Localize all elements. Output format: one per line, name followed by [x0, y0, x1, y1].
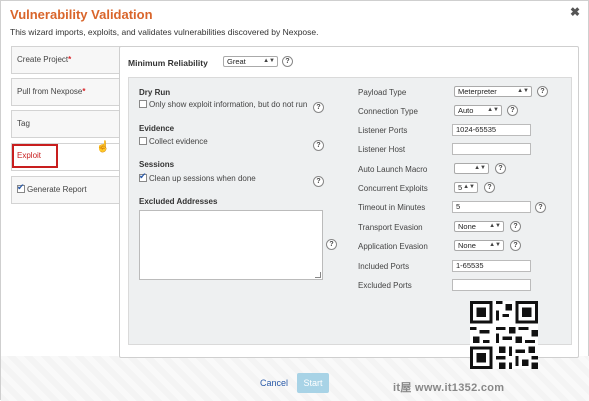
- dialog-subtitle: This wizard imports, exploits, and valid…: [10, 27, 319, 37]
- reliability-label: Minimum Reliability: [128, 58, 208, 68]
- help-icon[interactable]: ?: [313, 140, 324, 151]
- connection-type-label: Connection Type: [358, 107, 418, 116]
- close-icon[interactable]: ✖: [570, 5, 580, 19]
- transport-evasion-label: Transport Evasion: [358, 223, 423, 232]
- step-label: Tag: [17, 119, 30, 128]
- excluded-addresses-textarea[interactable]: [139, 210, 323, 280]
- help-icon[interactable]: ?: [313, 102, 324, 113]
- select-arrow-icon: ▲▼: [263, 58, 275, 64]
- excluded-addresses-title: Excluded Addresses: [139, 197, 218, 206]
- dry-run-label: Only show exploit information, but do no…: [149, 100, 308, 109]
- dialog-title: Vulnerability Validation: [10, 7, 153, 22]
- application-evasion-label: Application Evasion: [358, 242, 428, 251]
- listener-ports-input[interactable]: 1024-65535: [452, 124, 531, 136]
- evidence-title: Evidence: [139, 124, 175, 133]
- listener-host-input[interactable]: [452, 143, 531, 155]
- timeout-input[interactable]: 5: [452, 201, 531, 213]
- qr-code-image: [470, 301, 538, 369]
- cleanup-sessions-label: Clean up sessions when done: [149, 174, 256, 183]
- payload-type-value: Meterpreter: [458, 87, 497, 96]
- required-marker: *: [82, 87, 86, 96]
- concurrent-exploits-label: Concurrent Exploits: [358, 184, 428, 193]
- dry-run-title: Dry Run: [139, 88, 171, 97]
- payload-type-select[interactable]: Meterpreter ▲▼: [454, 86, 532, 97]
- help-icon[interactable]: ?: [507, 105, 518, 116]
- start-button[interactable]: Start: [297, 373, 329, 393]
- collect-evidence-option[interactable]: Collect evidence: [139, 137, 208, 146]
- transport-evasion-select[interactable]: None ▲▼: [454, 221, 504, 232]
- help-icon[interactable]: ?: [484, 182, 495, 193]
- listener-ports-label: Listener Ports: [358, 126, 408, 135]
- select-arrow-icon: ▲▼: [489, 223, 501, 229]
- auto-launch-macro-select[interactable]: ▲▼: [454, 163, 489, 174]
- help-icon[interactable]: ?: [535, 202, 546, 213]
- help-icon[interactable]: ?: [510, 240, 521, 251]
- help-icon[interactable]: ?: [326, 239, 337, 250]
- select-arrow-icon: ▲▼: [489, 242, 501, 248]
- connection-type-value: Auto: [458, 106, 474, 115]
- required-marker: *: [68, 55, 72, 64]
- timeout-label: Timeout in Minutes: [358, 203, 426, 212]
- excluded-ports-input[interactable]: [452, 279, 531, 291]
- hand-cursor-icon: ☝: [96, 141, 110, 153]
- help-icon[interactable]: ?: [495, 163, 506, 174]
- step-label: Pull from Nexpose: [17, 87, 83, 96]
- sessions-title: Sessions: [139, 160, 175, 169]
- collect-evidence-label: Collect evidence: [149, 137, 208, 146]
- reliability-value: Great: [227, 57, 246, 66]
- dry-run-option[interactable]: Only show exploit information, but do no…: [139, 100, 307, 109]
- watermark-text: it屋 www.it1352.com: [393, 382, 505, 394]
- listener-host-label: Listener Host: [358, 145, 406, 154]
- concurrent-exploits-value: 5: [458, 183, 463, 192]
- step-create-project[interactable]: Create Project*: [11, 46, 121, 74]
- auto-launch-macro-label: Auto Launch Macro: [358, 165, 428, 174]
- cleanup-sessions-option[interactable]: Clean up sessions when done: [139, 171, 256, 183]
- reliability-select[interactable]: Great ▲▼: [223, 56, 278, 67]
- select-arrow-icon: ▲▼: [474, 165, 486, 171]
- help-icon[interactable]: ?: [282, 56, 293, 67]
- checkbox-icon: [17, 182, 25, 193]
- step-generate-report[interactable]: Generate Report: [11, 176, 121, 204]
- select-arrow-icon: ▲▼: [487, 107, 499, 113]
- transport-evasion-value: None: [458, 222, 476, 231]
- vulnerability-validation-dialog: Vulnerability Validation This wizard imp…: [0, 0, 589, 401]
- excluded-ports-label: Excluded Ports: [358, 281, 412, 290]
- checkbox-icon[interactable]: [139, 137, 147, 145]
- included-ports-input[interactable]: 1-65535: [452, 260, 531, 272]
- concurrent-exploits-select[interactable]: 5 ▲▼: [454, 182, 478, 193]
- connection-type-select[interactable]: Auto ▲▼: [454, 105, 502, 116]
- checkbox-icon[interactable]: [139, 171, 147, 182]
- application-evasion-value: None: [458, 241, 476, 250]
- step-label: Create Project: [17, 55, 69, 64]
- step-tag[interactable]: Tag: [11, 110, 121, 138]
- help-icon[interactable]: ?: [510, 221, 521, 232]
- help-icon[interactable]: ?: [537, 86, 548, 97]
- help-icon[interactable]: ?: [313, 176, 324, 187]
- step-label-exploit: Exploit: [12, 144, 58, 168]
- step-pull-from-nexpose[interactable]: Pull from Nexpose*: [11, 78, 121, 106]
- cancel-button[interactable]: Cancel: [260, 378, 288, 388]
- payload-type-label: Payload Type: [358, 88, 407, 97]
- select-arrow-icon: ▲▼: [517, 88, 529, 94]
- step-label: Generate Report: [27, 185, 87, 194]
- select-arrow-icon: ▲▼: [463, 184, 475, 190]
- checkbox-icon[interactable]: [139, 100, 147, 108]
- application-evasion-select[interactable]: None ▲▼: [454, 240, 504, 251]
- included-ports-label: Included Ports: [358, 262, 410, 271]
- resize-grip-icon[interactable]: [315, 272, 321, 278]
